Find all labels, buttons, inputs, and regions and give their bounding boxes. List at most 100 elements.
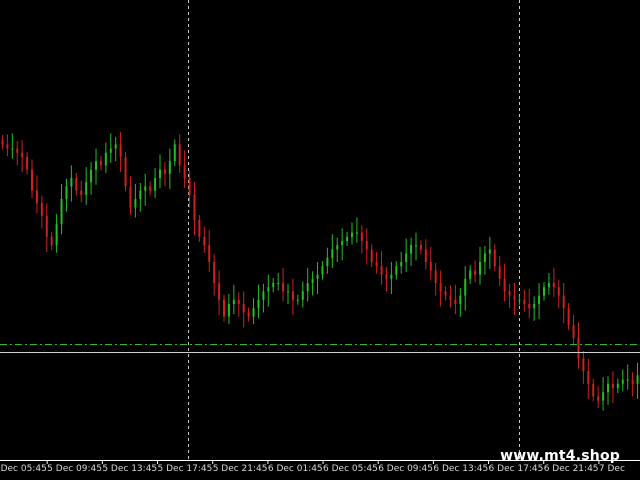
candle-body bbox=[316, 274, 319, 279]
watermark-text: www.mt4.shop bbox=[500, 448, 620, 464]
candle-body bbox=[351, 232, 353, 237]
candle-body bbox=[434, 270, 437, 283]
candle-body bbox=[95, 161, 97, 170]
candle-body bbox=[336, 245, 339, 250]
x-tick-label: 6 Dec 05:45 bbox=[323, 464, 378, 474]
candle-body bbox=[26, 157, 29, 170]
candle-body bbox=[277, 283, 280, 284]
x-tick-label: 5 Dec 21:45 bbox=[213, 464, 268, 474]
candle-body bbox=[341, 241, 344, 246]
candle-body bbox=[523, 299, 526, 304]
candle-body bbox=[538, 295, 541, 304]
candle-body bbox=[572, 325, 575, 338]
x-tick-label: 6 Dec 01:45 bbox=[268, 464, 323, 474]
candle-body bbox=[424, 249, 427, 262]
candle-body bbox=[488, 249, 491, 254]
candle-body bbox=[547, 283, 550, 288]
candle-body bbox=[124, 157, 127, 187]
candle-body bbox=[587, 371, 590, 384]
candle-body bbox=[104, 152, 107, 166]
candle-body bbox=[577, 337, 580, 359]
candle-body bbox=[1, 140, 4, 145]
candle-body bbox=[410, 245, 413, 254]
candle-body bbox=[360, 232, 363, 241]
candle-body bbox=[55, 224, 58, 246]
candle-body bbox=[50, 236, 53, 246]
candle-body bbox=[16, 148, 19, 153]
candle-body bbox=[178, 144, 181, 166]
candle-body bbox=[528, 304, 531, 309]
candle-body bbox=[597, 396, 600, 401]
candle-body bbox=[134, 199, 137, 208]
x-tick-label: 6 Dec 13:45 bbox=[433, 464, 488, 474]
x-tick-label: 5 Dec 13:45 bbox=[102, 464, 157, 474]
candle-body bbox=[227, 304, 230, 317]
candle-body bbox=[301, 291, 304, 300]
x-tick-label: 6 Dec 21:45 bbox=[544, 464, 599, 474]
candle-body bbox=[380, 266, 383, 275]
candle-body bbox=[70, 178, 73, 187]
candle-body bbox=[242, 304, 245, 313]
candle-body bbox=[405, 253, 408, 262]
candle-body bbox=[119, 144, 122, 157]
candle-body bbox=[31, 169, 33, 191]
candle-body bbox=[326, 257, 329, 267]
candle-body bbox=[213, 262, 216, 283]
candle-body bbox=[267, 287, 270, 292]
candle-body bbox=[419, 245, 422, 250]
candle-body bbox=[611, 383, 614, 388]
candle-body bbox=[449, 295, 452, 300]
candle-body bbox=[45, 215, 48, 237]
candle-body bbox=[454, 299, 457, 304]
x-tick-label: 6 Dec 17:45 bbox=[489, 464, 544, 474]
candle-body bbox=[321, 266, 324, 275]
candle-body bbox=[85, 182, 88, 195]
candle-body bbox=[35, 190, 38, 204]
candle-body bbox=[567, 308, 570, 325]
candle-body bbox=[252, 308, 255, 317]
candle-body bbox=[503, 278, 506, 292]
candle-body bbox=[282, 283, 285, 292]
candle-body bbox=[464, 278, 467, 296]
candle-body bbox=[163, 169, 166, 174]
candle-body bbox=[257, 299, 260, 309]
candle-body bbox=[154, 178, 157, 191]
candle-body bbox=[552, 283, 555, 288]
candle-body bbox=[262, 291, 265, 300]
candle-body bbox=[198, 220, 201, 237]
candle-body bbox=[375, 262, 378, 267]
candle-body bbox=[631, 379, 634, 384]
x-tick-label: 5 Dec 09:45 bbox=[47, 464, 102, 474]
candle-body bbox=[149, 186, 152, 191]
candle-body bbox=[11, 148, 14, 150]
candle-body bbox=[223, 299, 225, 317]
candle-body bbox=[439, 283, 442, 292]
price-chart[interactable]: 5 Dec 05:455 Dec 09:455 Dec 13:455 Dec 1… bbox=[0, 0, 640, 480]
candle-body bbox=[459, 295, 462, 304]
candle-body bbox=[90, 169, 93, 183]
candle-body bbox=[636, 375, 639, 384]
candle-body bbox=[557, 287, 560, 296]
candle-body bbox=[355, 232, 358, 234]
candle-body bbox=[582, 358, 585, 372]
candle-body bbox=[616, 383, 619, 388]
candle-body bbox=[346, 236, 349, 241]
x-tick-label: 6 Dec 09:45 bbox=[378, 464, 433, 474]
candle-body bbox=[183, 165, 186, 178]
candle-body bbox=[400, 262, 403, 267]
candle-body bbox=[493, 249, 496, 267]
candlestick-chart[interactable]: 5 Dec 05:455 Dec 09:455 Dec 13:455 Dec 1… bbox=[0, 0, 640, 480]
candle-body bbox=[508, 291, 511, 296]
candle-body bbox=[626, 379, 629, 381]
candle-body bbox=[60, 199, 63, 225]
candle-body bbox=[168, 161, 171, 174]
candle-body bbox=[607, 383, 609, 393]
candle-body bbox=[370, 249, 373, 262]
candle-body bbox=[109, 148, 112, 153]
candle-body bbox=[533, 304, 536, 309]
candle-body bbox=[193, 194, 196, 220]
candle-body bbox=[483, 253, 486, 262]
candle-body bbox=[331, 249, 334, 258]
candle-body bbox=[518, 299, 521, 301]
candle-body bbox=[592, 383, 595, 397]
